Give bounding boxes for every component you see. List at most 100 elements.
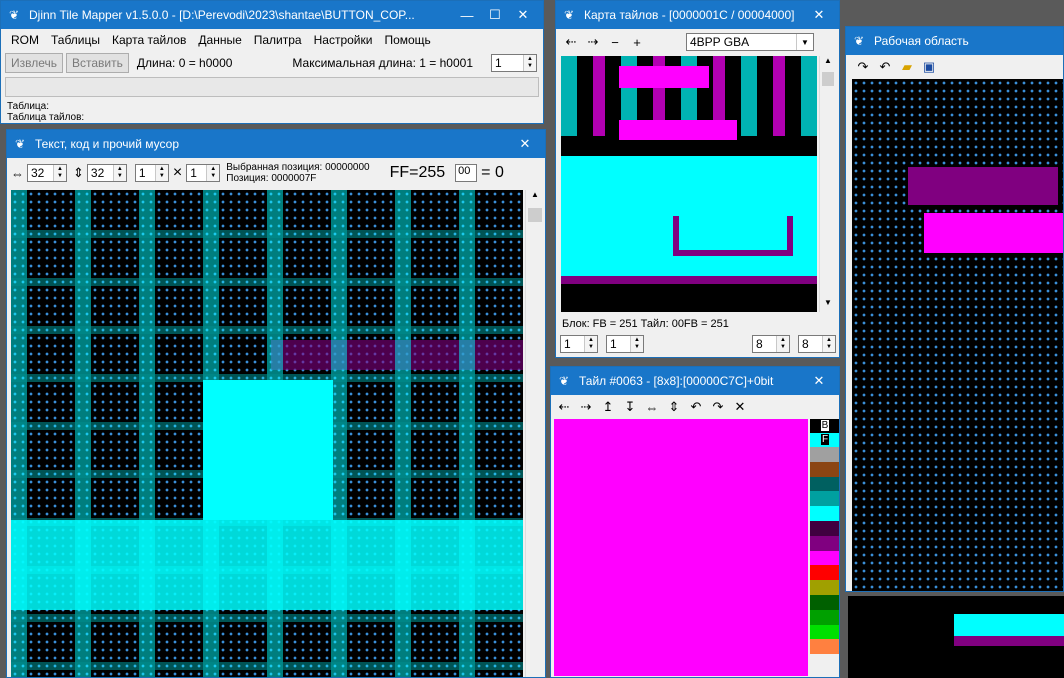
tile-titlebar[interactable]: ❦ Тайл #0063 - [8x8]:[00000C7C]+0bit ✕ [551,367,839,395]
width-spinner[interactable]: 32 ▲ ▼ [27,164,67,182]
plus-icon[interactable]: + [626,32,648,52]
clear-icon[interactable]: ✕ [729,397,751,417]
tile-width-spinner[interactable]: 8 ▲ ▼ [752,335,790,353]
purple-bar [673,216,793,256]
max-length-spinner[interactable]: 1 ▲ ▼ [491,54,537,72]
block-spinner-1[interactable]: 1 ▲ ▼ [560,335,598,353]
menu-data[interactable]: Данные [192,33,247,47]
insert-button[interactable]: Вставить [66,53,129,73]
tile-canvas[interactable] [554,419,808,676]
palette-swatch[interactable] [810,491,839,507]
maximize-icon[interactable]: ☐ [481,7,509,23]
times-sign: × [172,164,183,181]
palette-swatch[interactable] [810,639,839,655]
text-toolbar: ⇔ 32 ▲ ▼ ⇕ 32 ▲ ▼ 1 ▲ ▼ × 1 ▲ ▼ Выбранная по… [7,158,545,188]
menu-tilemap[interactable]: Карта тайлов [106,33,192,47]
work-title: Рабочая область [874,34,969,48]
height-spinner[interactable]: 32 ▲ ▼ [86,164,127,182]
redo-icon[interactable]: ↷ [852,57,874,77]
work-toolbar: ↷ ↶ ▰ ▣ [846,55,1063,79]
rotate-left-icon[interactable]: ↶ [685,397,707,417]
text-window: ❦ Текст, код и прочий мусор ✕ ⇔ 32 ▲ ▼ ⇕ … [6,129,546,678]
scroll-up-icon[interactable]: ▲ [526,190,544,206]
palette-swatch-bg[interactable]: B [810,419,839,433]
erase-label-block [908,167,1058,205]
extract-button[interactable]: Извлечь [5,53,64,73]
menu-palette[interactable]: Палитра [248,33,308,47]
close-icon[interactable]: ✕ [509,7,537,23]
tilemap-status: Блок: FB = 251 Тайл: 00FB = 251 [562,318,729,330]
text-titlebar[interactable]: ❦ Текст, код и прочий мусор ✕ [7,130,545,158]
palette-swatch[interactable] [810,594,839,610]
text-scrollbar[interactable]: ▲ [525,190,544,677]
arrow-right-icon[interactable]: ⇢ [582,32,604,52]
length-text: Длина: 0 = h0000 [136,56,233,70]
scroll-down-icon[interactable]: ▼ [820,298,836,312]
palette-swatch[interactable] [810,476,839,492]
palette-swatch[interactable] [810,565,839,581]
tilemap-canvas[interactable] [561,56,817,312]
text-input[interactable] [5,77,539,97]
flip-vertical-icon[interactable]: ⇕ [663,397,685,417]
position-text: Позиция: 0000007F [226,173,317,184]
purple-bottom [561,276,817,284]
text-canvas[interactable] [11,190,523,677]
work-canvas[interactable] [852,79,1063,591]
tile-toolbar: ⇠ ⇢ ↥ ↧ ⇔ ⇕ ↶ ↷ ✕ [551,395,839,419]
close-icon[interactable]: ✕ [511,136,539,152]
shift-left-icon[interactable]: ⇠ [553,397,575,417]
palette-list [810,447,839,655]
palette-swatch[interactable] [810,609,839,625]
palette-swatch[interactable] [810,506,839,521]
undo-icon[interactable]: ↶ [874,57,896,77]
palette-swatch[interactable] [810,624,839,640]
menu-help[interactable]: Помощь [378,33,436,47]
save-icon[interactable]: ▣ [918,57,940,77]
palette-swatch[interactable] [810,550,839,566]
main-toolbar: Извлечь Вставить Длина: 0 = h0000 Максим… [1,51,543,75]
menu-tables[interactable]: Таблицы [45,33,106,47]
tile-title: Тайл #0063 - [8x8]:[00000C7C]+0bit [579,374,774,388]
tilemap-toolbar: ⇠ ⇢ − + 4BPP GBA ▼ [556,29,839,55]
block-spinner-2[interactable]: 1 ▲ ▼ [606,335,644,353]
palette-swatch[interactable] [810,520,839,536]
minimize-icon[interactable]: — [453,8,481,23]
shift-down-icon[interactable]: ↧ [619,397,641,417]
palette-swatch[interactable] [810,461,839,477]
tilemap-titlebar[interactable]: ❦ Карта тайлов - [0000001C / 00004000] ✕ [556,1,839,29]
minus-icon[interactable]: − [604,32,626,52]
menu-rom[interactable]: ROM [5,33,45,47]
rotate-right-icon[interactable]: ↷ [707,397,729,417]
main-titlebar[interactable]: ❦ Djinn Tile Mapper v1.5.0.0 - [D:\Perev… [1,1,543,29]
shift-right-icon[interactable]: ⇢ [575,397,597,417]
y-spinner[interactable]: 1 ▲ ▼ [186,164,221,182]
work-titlebar[interactable]: ❦ Рабочая область [846,27,1063,55]
scroll-thumb[interactable] [528,208,542,222]
tilemap-scrollbar[interactable]: ▲ ▼ [819,56,836,312]
cyan-patches [11,190,523,677]
tilemap-title: Карта тайлов - [0000001C / 00004000] [584,8,795,22]
x-spinner[interactable]: 1 ▲ ▼ [134,164,169,182]
flip-horizontal-icon[interactable]: ⇔ [641,397,663,417]
palette-swatch-fg[interactable]: F [810,433,839,447]
arrow-left-icon[interactable]: ⇠ [560,32,582,52]
work-canvas-dots [852,79,1063,591]
palette-swatch[interactable] [810,535,839,551]
format-select[interactable]: 4BPP GBA ▼ [686,33,814,51]
max-length-text: Максимальная длина: 1 = h0001 [292,56,473,70]
code-input[interactable]: 00 [455,164,478,182]
close-icon[interactable]: ✕ [805,7,833,23]
tilemap-window: ❦ Карта тайлов - [0000001C / 00004000] ✕… [555,0,840,358]
lamp-icon: ❦ [14,137,26,151]
folder-open-icon[interactable]: ▰ [896,57,918,77]
palette-swatch[interactable] [810,580,839,595]
shift-up-icon[interactable]: ↥ [597,397,619,417]
close-icon[interactable]: ✕ [805,373,833,389]
scroll-thumb[interactable] [822,72,834,86]
menu-settings[interactable]: Настройки [308,33,379,47]
palette-swatch[interactable] [810,447,839,462]
scroll-up-icon[interactable]: ▲ [820,56,836,70]
tile-height-spinner[interactable]: 8 ▲ ▼ [798,335,836,353]
bottom-right-fragment [848,596,1064,678]
work-window: ❦ Рабочая область ↷ ↶ ▰ ▣ [845,26,1064,592]
